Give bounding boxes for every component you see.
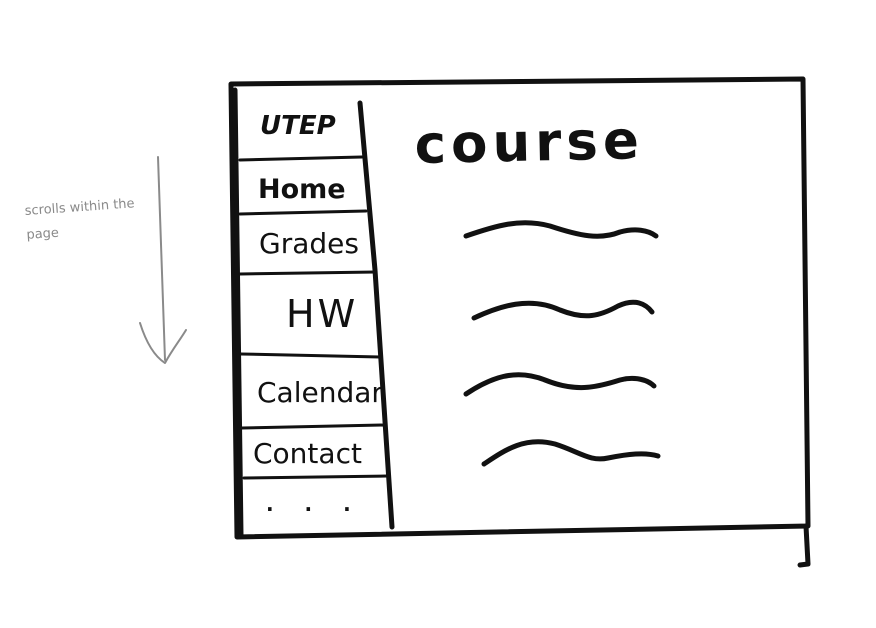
scroll-annotation: scrolls within the page: [24, 196, 136, 243]
sidebar-separator-6: [242, 474, 389, 480]
sidebar-item-calendar[interactable]: Calendar: [257, 376, 383, 409]
page-title: course: [414, 110, 645, 176]
content-line-3: [463, 372, 657, 397]
sidebar-item-grades[interactable]: Grades: [259, 227, 359, 260]
sidebar-item-utep[interactable]: UTEP: [260, 111, 336, 141]
frame-tail: [797, 523, 811, 568]
content-line-2: [471, 299, 655, 321]
sidebar-separator-5: [240, 423, 386, 430]
sidebar-item-home[interactable]: Home: [258, 174, 346, 205]
sidebar-separator-2: [238, 209, 368, 216]
content-line-1: [463, 220, 659, 239]
wireframe-sketch: [139, 76, 811, 568]
sidebar-item-hw[interactable]: HW: [286, 292, 358, 336]
sidebar-item-contact[interactable]: Contact: [253, 437, 362, 470]
sidebar-divider: [357, 100, 395, 530]
sidebar-item-more[interactable]: . . .: [266, 492, 363, 516]
sidebar-separator-3: [238, 270, 378, 276]
sidebar-separator-1: [238, 155, 364, 162]
content-line-4: [481, 439, 661, 467]
arrow-down-icon: [139, 156, 187, 364]
sidebar-separator-4: [239, 352, 382, 359]
